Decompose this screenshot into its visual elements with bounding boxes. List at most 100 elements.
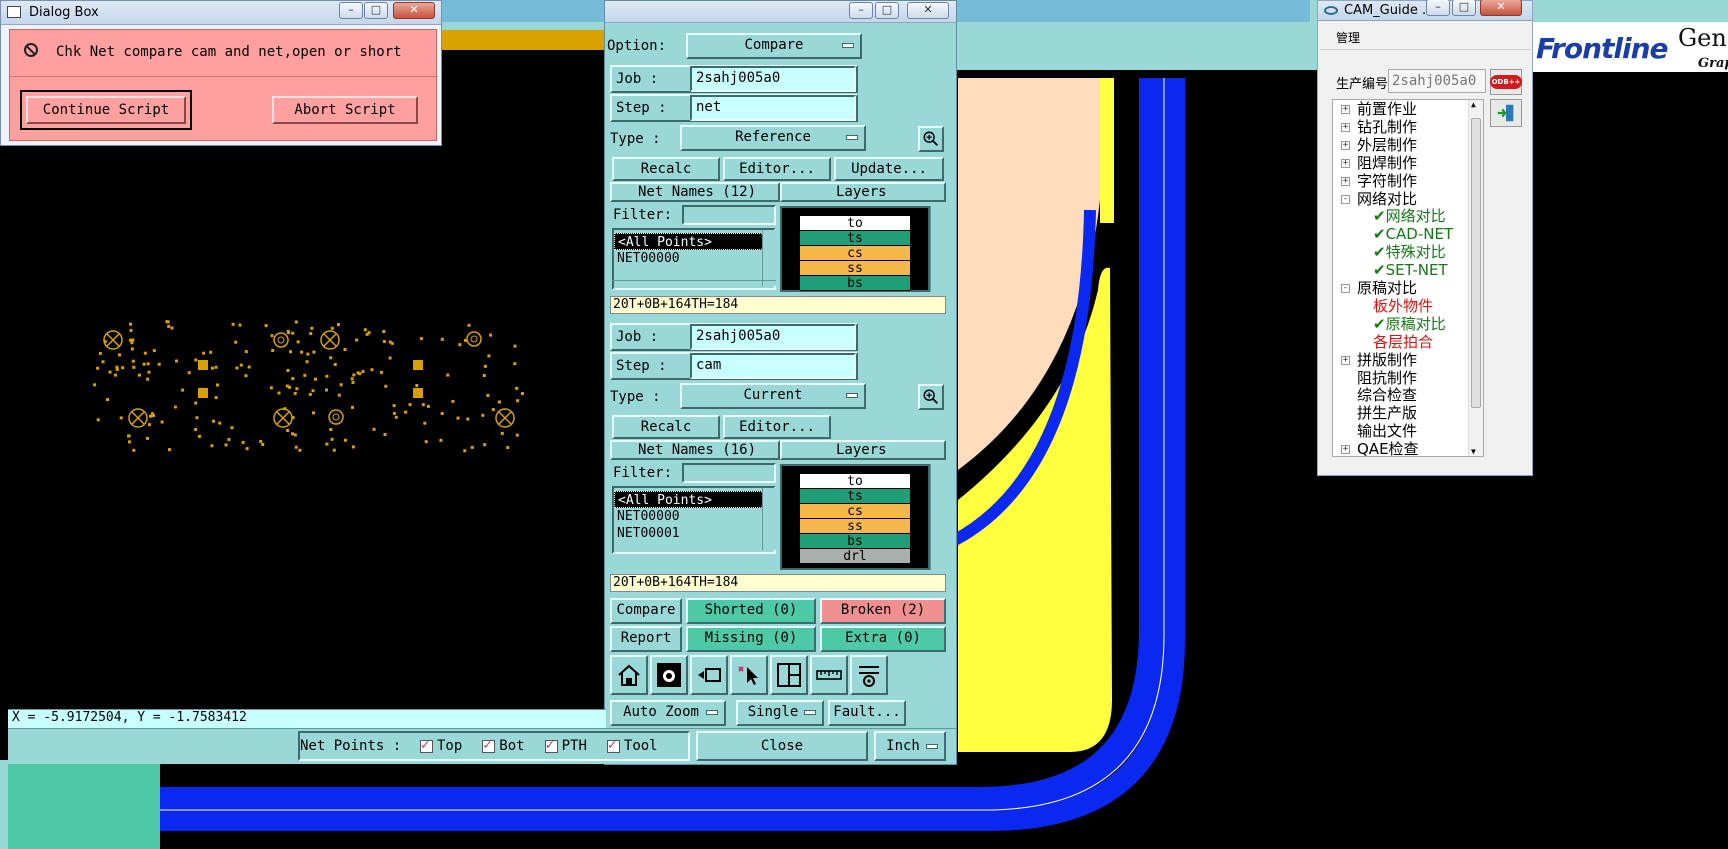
- option-select[interactable]: Compare: [686, 33, 862, 59]
- compare-button[interactable]: Compare: [610, 598, 682, 624]
- ref-type-select[interactable]: Reference: [680, 125, 866, 151]
- cur-recalc-button[interactable]: Recalc: [612, 415, 720, 439]
- abort-script-button[interactable]: Abort Script: [272, 96, 418, 124]
- netpanel-maximize-button[interactable]: □: [875, 2, 899, 19]
- tree-item[interactable]: 拼版制作: [1357, 351, 1417, 369]
- undo-tool-button[interactable]: [690, 655, 728, 695]
- net-point-bot-checkbox[interactable]: Bot: [482, 737, 525, 758]
- expand-icon[interactable]: +: [1341, 105, 1350, 114]
- fault-button[interactable]: Fault...: [828, 700, 906, 726]
- cursor-tool-button[interactable]: [730, 655, 768, 695]
- extra-button[interactable]: Extra (0): [820, 626, 946, 652]
- ref-step-field[interactable]: net: [690, 95, 856, 121]
- cur-net-item[interactable]: NET00001: [614, 525, 774, 542]
- units-select[interactable]: Inch: [874, 731, 946, 761]
- guide-maximize-button[interactable]: □: [1452, 0, 1476, 16]
- tree-item[interactable]: ✔原稿对比: [1373, 315, 1446, 333]
- cur-layer-item[interactable]: ss: [800, 519, 910, 534]
- camera-tool-button[interactable]: [650, 655, 688, 695]
- window-tool-button[interactable]: [770, 655, 808, 695]
- ref-recalc-button[interactable]: Recalc: [612, 157, 720, 181]
- tree-item[interactable]: 综合检查: [1357, 386, 1417, 404]
- cur-layer-scrollbar[interactable]: [930, 464, 944, 570]
- tree-item[interactable]: 字符制作: [1357, 172, 1417, 190]
- netpanel-close-button[interactable]: ✕: [907, 2, 949, 19]
- tree-scrollbar[interactable]: ▲ ▼: [1468, 100, 1483, 456]
- tree-item[interactable]: QAE检查: [1357, 440, 1419, 456]
- cur-net-list-scrollbar[interactable]: [762, 488, 776, 550]
- expand-icon[interactable]: +: [1341, 355, 1350, 365]
- tree-item[interactable]: 拼生产版: [1357, 404, 1417, 422]
- cur-editor-button[interactable]: Editor...: [723, 415, 831, 439]
- cur-job-field[interactable]: 2sahj005a0: [690, 324, 856, 350]
- minimize-button[interactable]: –: [339, 2, 363, 19]
- tree-item[interactable]: ✔网络对比: [1373, 207, 1446, 225]
- continue-script-button[interactable]: Continue Script: [26, 96, 186, 124]
- net-point-top-checkbox[interactable]: Top: [420, 737, 462, 758]
- netpanel-titlebar[interactable]: – □ ✕: [605, 1, 956, 23]
- expand-icon[interactable]: +: [1341, 140, 1350, 150]
- maximize-button[interactable]: □: [364, 2, 388, 19]
- auto-zoom-select[interactable]: Auto Zoom: [610, 700, 726, 726]
- collapse-icon[interactable]: -: [1341, 284, 1350, 293]
- tree-item[interactable]: 各层拍合: [1373, 333, 1433, 351]
- single-select[interactable]: Single: [736, 700, 824, 726]
- expand-icon[interactable]: +: [1341, 445, 1350, 455]
- broken-button[interactable]: Broken (2): [820, 598, 946, 624]
- exit-button[interactable]: [1490, 99, 1522, 127]
- odb-button[interactable]: ODB++: [1489, 69, 1523, 95]
- netpanel-minimize-button[interactable]: –: [849, 2, 873, 19]
- home-tool-button[interactable]: [610, 655, 648, 695]
- tree-item[interactable]: 阻抗制作: [1357, 369, 1417, 387]
- prod-no-field[interactable]: 2sahj005a0: [1388, 69, 1486, 93]
- cur-filter-input[interactable]: [682, 463, 776, 483]
- ref-job-field[interactable]: 2sahj005a0: [690, 66, 856, 92]
- ref-layer-item[interactable]: bs: [800, 276, 910, 291]
- tree-item[interactable]: 原稿对比: [1357, 279, 1417, 297]
- ref-filter-input[interactable]: [682, 205, 776, 225]
- ref-update-button[interactable]: Update...: [834, 157, 944, 181]
- tree-item[interactable]: 板外物件: [1373, 297, 1433, 315]
- cur-layer-item[interactable]: ts: [800, 489, 910, 504]
- expand-icon[interactable]: +: [1341, 158, 1350, 168]
- tree-item[interactable]: 输出文件: [1357, 422, 1417, 440]
- pcb-view[interactable]: [8, 50, 608, 710]
- expand-icon[interactable]: +: [1341, 122, 1350, 132]
- ruler-tool-button[interactable]: [810, 655, 848, 695]
- tree-item[interactable]: ✔SET-NET: [1373, 261, 1448, 279]
- close-panel-button[interactable]: Close: [696, 731, 868, 761]
- ref-zoom-button[interactable]: [918, 126, 944, 152]
- tree-item[interactable]: ✔CAD-NET: [1373, 225, 1453, 243]
- cur-net-item[interactable]: <All Points>: [614, 491, 768, 508]
- cur-type-select[interactable]: Current: [680, 383, 866, 409]
- settings-tool-button[interactable]: [850, 655, 888, 695]
- tree-item[interactable]: 阻焊制作: [1357, 154, 1417, 172]
- tree-item[interactable]: 钻孔制作: [1357, 118, 1417, 136]
- report-button[interactable]: Report: [610, 626, 682, 652]
- expand-icon[interactable]: +: [1341, 176, 1350, 186]
- cur-layer-list[interactable]: to ts cs ss bs drl: [780, 464, 930, 570]
- close-button[interactable]: ✕: [393, 2, 435, 19]
- tree-item[interactable]: 外层制作: [1357, 136, 1417, 154]
- guide-titlebar[interactable]: CAM_Guide ... – □ ✕: [1318, 0, 1532, 21]
- tree-item[interactable]: 前置作业: [1357, 100, 1417, 118]
- ref-layer-item[interactable]: to: [800, 216, 910, 231]
- ref-editor-button[interactable]: Editor...: [723, 157, 831, 181]
- ref-net-hscroll[interactable]: [612, 280, 776, 292]
- missing-button[interactable]: Missing (0): [686, 626, 816, 652]
- net-point-tool-checkbox[interactable]: Tool: [606, 737, 658, 758]
- cur-step-field[interactable]: cam: [690, 353, 856, 379]
- net-point-pth-checkbox[interactable]: PTH: [544, 737, 587, 758]
- ref-net-item[interactable]: NET00000: [614, 250, 774, 267]
- process-tree[interactable]: + 前置作业 + 钻孔制作 + 外层制作 + 阻焊制作 + 字符制作 - 网络对比 ✔网络对比 ✔CAD-…: [1332, 99, 1484, 457]
- cur-layer-item[interactable]: drl: [800, 549, 910, 564]
- ref-layer-item[interactable]: ss: [800, 261, 910, 276]
- cur-layer-item[interactable]: bs: [800, 534, 910, 549]
- guide-minimize-button[interactable]: –: [1426, 0, 1450, 16]
- shorted-button[interactable]: Shorted (0): [686, 598, 816, 624]
- ref-layer-item[interactable]: ts: [800, 231, 910, 246]
- dialog-titlebar[interactable]: Dialog Box – □ ✕: [1, 1, 441, 25]
- ref-net-item[interactable]: <All Points>: [614, 233, 768, 250]
- collapse-icon[interactable]: -: [1341, 194, 1350, 204]
- tree-item[interactable]: 网络对比: [1357, 190, 1417, 208]
